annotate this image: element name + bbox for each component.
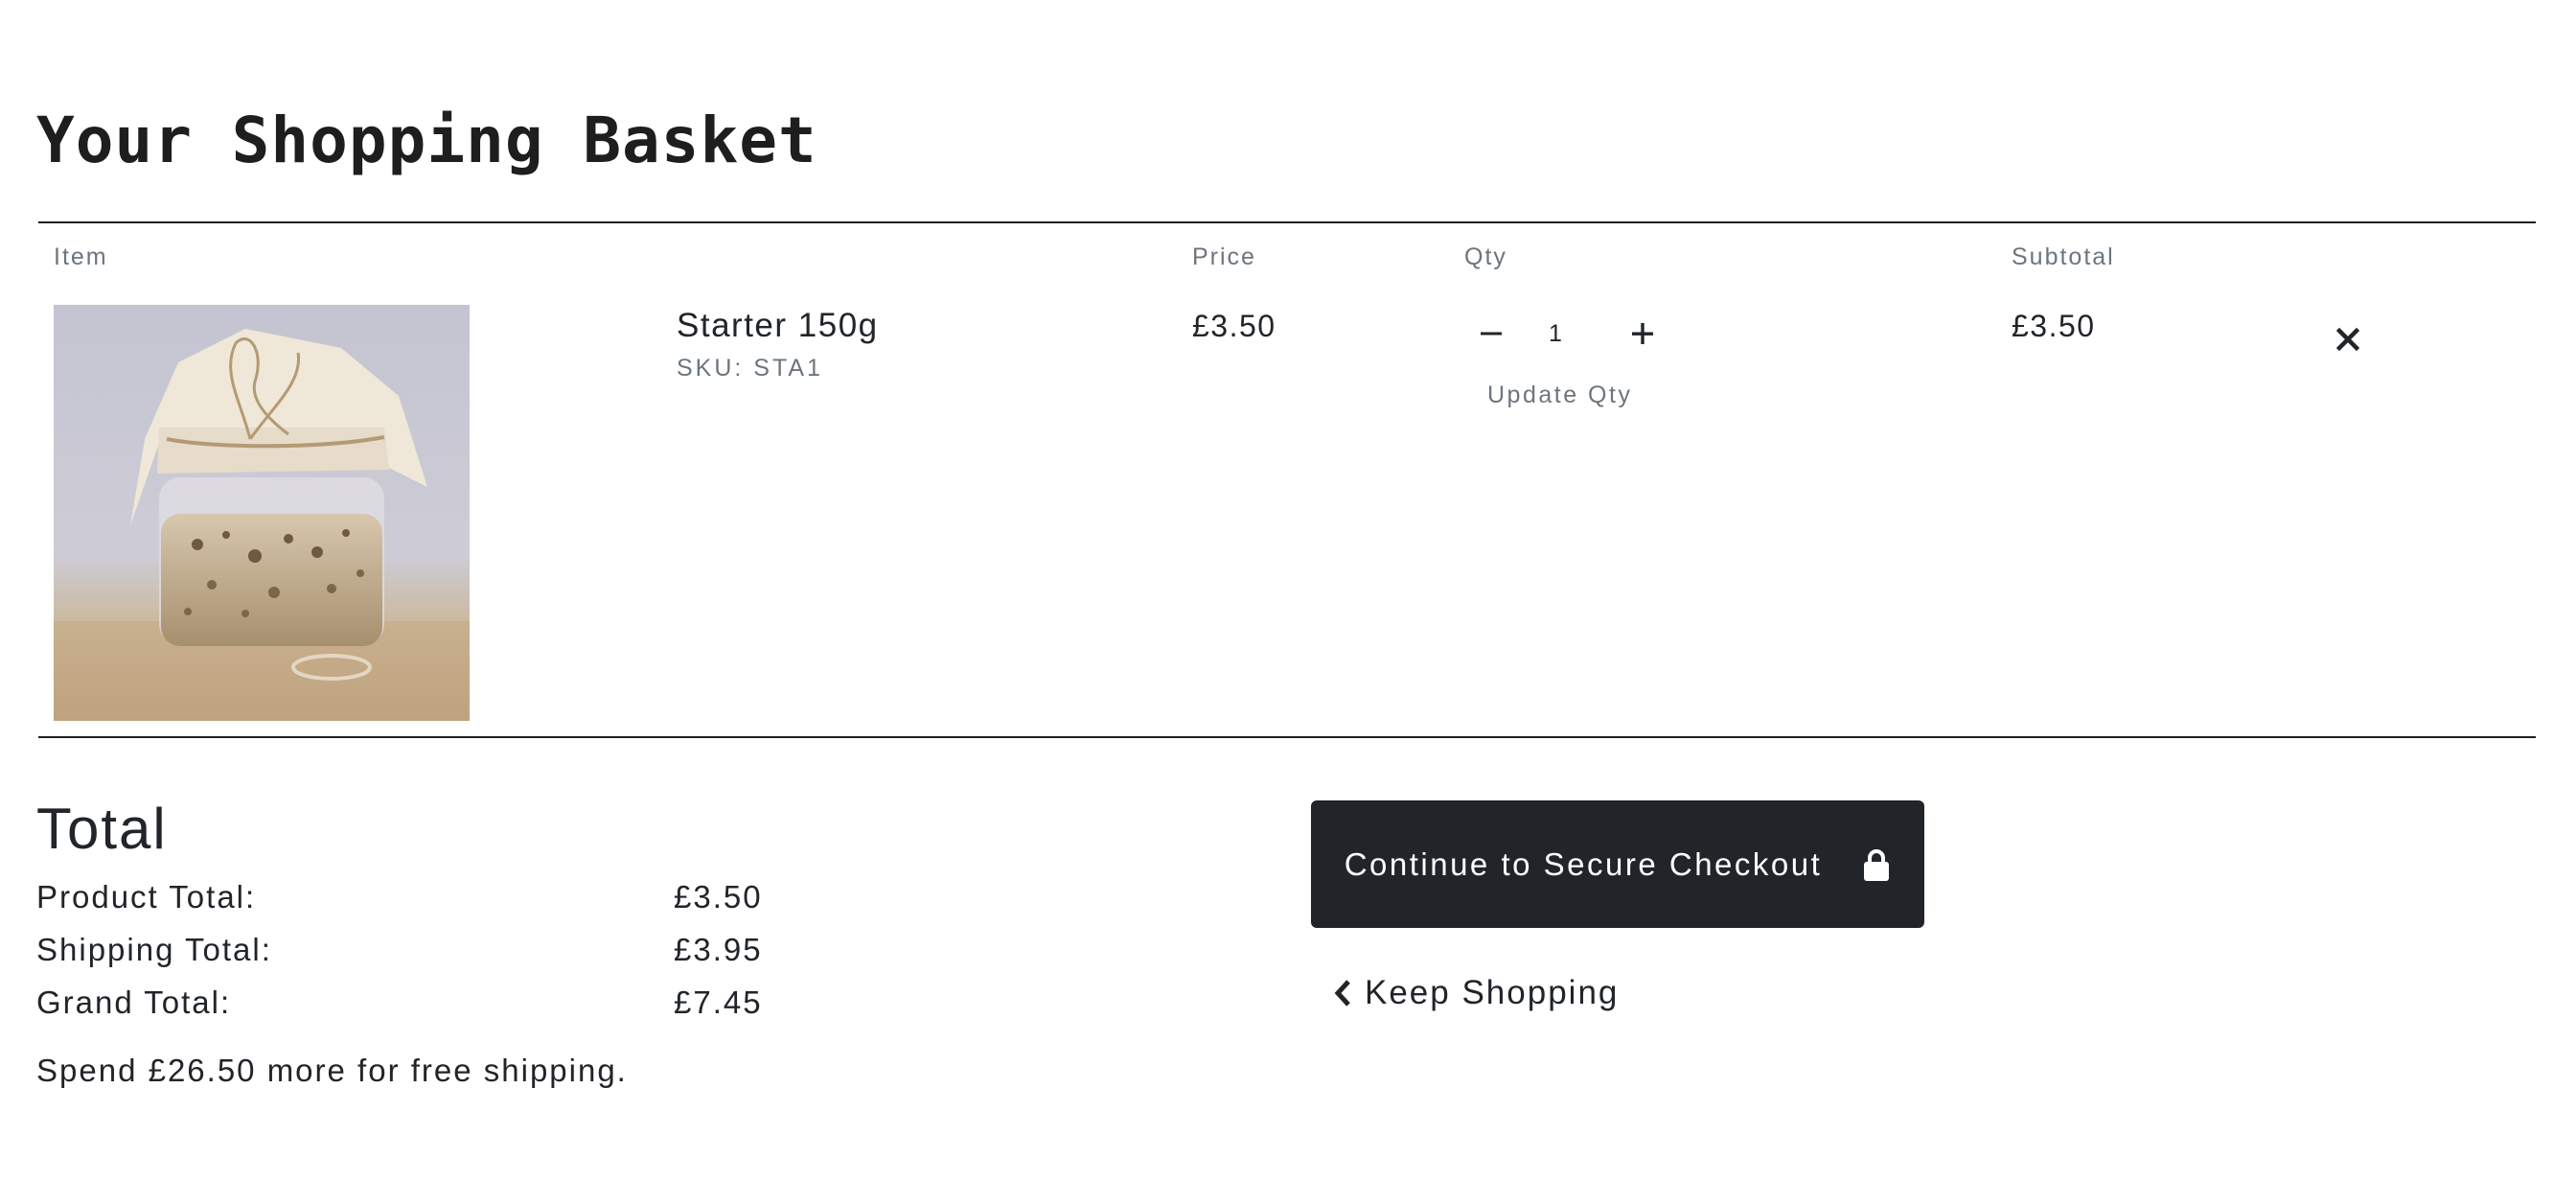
update-qty-link[interactable]: Update Qty	[1487, 382, 1632, 409]
lock-icon	[1864, 848, 1890, 881]
free-shipping-note: Spend £26.50 more for free shipping.	[36, 1053, 628, 1088]
shipping-total-label: Shipping Total:	[36, 932, 272, 967]
keep-shopping-label: Keep Shopping	[1365, 974, 1620, 1011]
product-sku: SKU: STA1	[677, 355, 823, 382]
checkout-button-label: Continue to Secure Checkout	[1344, 845, 1823, 882]
table-top-divider	[38, 221, 2536, 223]
product-image[interactable]	[54, 305, 470, 721]
column-header-qty: Qty	[1464, 243, 1507, 270]
minus-icon	[1481, 332, 1502, 336]
chevron-left-icon	[1334, 980, 1350, 1007]
shipping-total-value: £3.95	[674, 932, 763, 967]
grand-total-value: £7.45	[674, 984, 763, 1020]
column-header-price: Price	[1192, 243, 1256, 270]
product-total-label: Product Total:	[36, 879, 257, 915]
qty-decrease-button[interactable]	[1470, 313, 1512, 355]
product-total-value: £3.50	[674, 879, 763, 915]
qty-value[interactable]: 1	[1538, 320, 1573, 348]
product-name[interactable]: Starter 150g	[677, 307, 879, 345]
product-price: £3.50	[1192, 309, 1276, 343]
page-title: Your Shopping Basket	[36, 104, 817, 177]
column-header-subtotal: Subtotal	[2012, 243, 2115, 270]
column-header-item: Item	[54, 243, 108, 270]
product-subtotal: £3.50	[2012, 309, 2096, 343]
remove-item-button[interactable]	[2331, 322, 2365, 357]
grand-total-label: Grand Total:	[36, 984, 232, 1020]
keep-shopping-link[interactable]: Keep Shopping	[1334, 974, 1619, 1012]
qty-increase-button[interactable]	[1622, 313, 1664, 355]
close-icon	[2336, 328, 2359, 351]
plus-icon	[1632, 323, 1653, 344]
table-bottom-divider	[38, 736, 2536, 738]
checkout-button[interactable]: Continue to Secure Checkout	[1311, 800, 1924, 928]
total-heading: Total	[36, 797, 168, 861]
